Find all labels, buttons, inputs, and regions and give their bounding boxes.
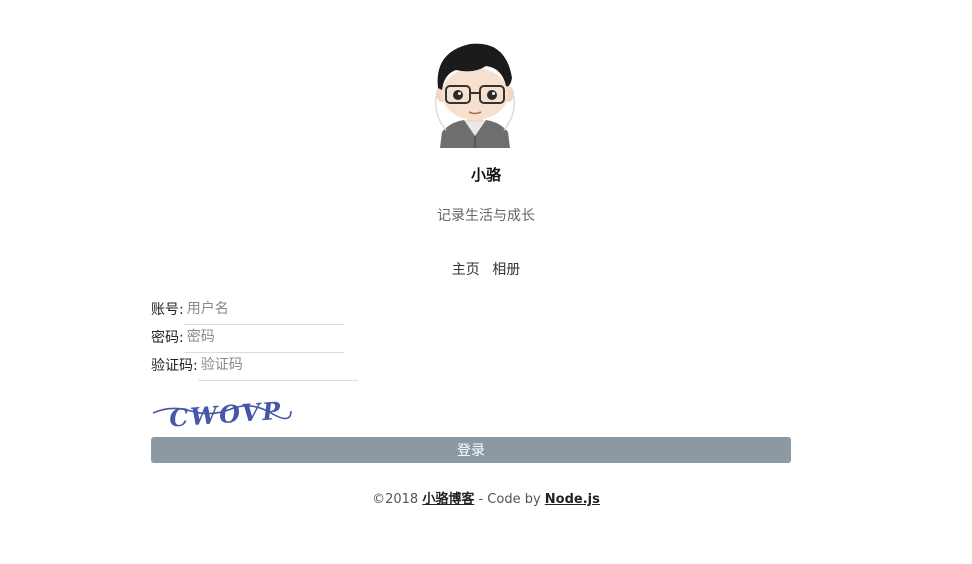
avatar-cartoon-icon	[434, 43, 516, 148]
account-row: 账号:	[151, 297, 358, 325]
nav-item-album[interactable]: 相册	[492, 262, 520, 278]
footer: ©2018 小骆博客 - Code by Node.js	[0, 488, 972, 507]
avatar	[420, 36, 530, 148]
profile-name: 小骆	[470, 166, 501, 184]
password-label: 密码:	[151, 330, 184, 346]
captcha-row: 验证码:	[151, 353, 358, 381]
captcha-text: CWOVP	[168, 396, 283, 429]
account-label: 账号:	[151, 302, 184, 318]
footer-copyright: ©2018	[372, 492, 423, 507]
nav-item-home[interactable]: 主页	[452, 262, 480, 278]
captcha-label: 验证码:	[151, 358, 198, 374]
password-input[interactable]	[183, 326, 344, 353]
captcha-image[interactable]: CWOVP	[151, 393, 293, 429]
nav-bar: 主页 相册	[0, 259, 972, 279]
profile-motto: 记录生活与成长	[437, 208, 535, 224]
login-button[interactable]: 登录	[151, 437, 791, 463]
footer-middle: - Code by	[474, 492, 545, 507]
password-row: 密码:	[151, 325, 358, 353]
account-input[interactable]	[183, 298, 344, 325]
login-form: 账号: 密码: 验证码:	[151, 297, 358, 381]
footer-tech-link[interactable]: Node.js	[545, 492, 600, 507]
captcha-input[interactable]	[197, 354, 358, 381]
footer-site-link[interactable]: 小骆博客	[422, 492, 474, 507]
